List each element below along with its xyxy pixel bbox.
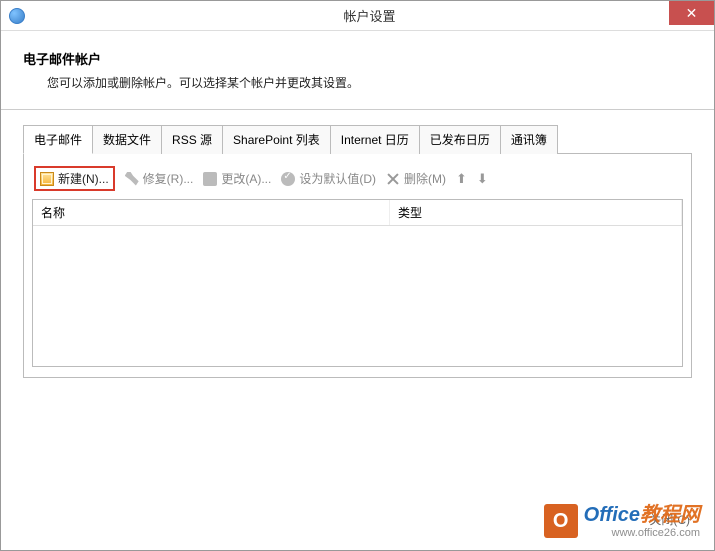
section-description: 您可以添加或删除帐户。可以选择某个帐户并更改其设置。 — [47, 74, 692, 91]
watermark-brand-main: Office — [584, 504, 640, 526]
tab-addressbook[interactable]: 通讯簿 — [500, 125, 558, 154]
folder-icon — [203, 172, 217, 186]
titlebar: 帐户设置 ✕ — [1, 1, 714, 31]
watermark-brand-suffix: 教程网 — [640, 504, 700, 526]
new-button-label: 新建(N)... — [58, 170, 109, 187]
section-title: 电子邮件帐户 — [23, 49, 692, 68]
tab-panel: 新建(N)... 修复(R)... 更改(A)... 设为默认值(D) 删除(M… — [23, 154, 692, 378]
tab-datafiles[interactable]: 数据文件 — [92, 125, 162, 154]
arrow-down-icon: ⬇ — [477, 171, 488, 187]
app-icon — [9, 8, 25, 24]
check-icon — [281, 172, 295, 186]
change-button-label: 更改(A)... — [221, 170, 271, 187]
setdefault-button[interactable]: 设为默认值(D) — [281, 170, 376, 187]
move-up-button[interactable]: ⬆ — [456, 171, 467, 187]
tab-published-calendar[interactable]: 已发布日历 — [419, 125, 501, 154]
account-table: 名称 类型 — [32, 199, 683, 367]
new-button[interactable]: 新建(N)... — [40, 170, 109, 187]
footer-area — [23, 382, 692, 522]
col-type[interactable]: 类型 — [390, 200, 682, 225]
move-down-button[interactable]: ⬇ — [477, 171, 488, 187]
tab-internet-calendar[interactable]: Internet 日历 — [330, 125, 420, 154]
setdefault-button-label: 设为默认值(D) — [299, 170, 376, 187]
repair-button[interactable]: 修复(R)... — [125, 170, 194, 187]
change-button[interactable]: 更改(A)... — [203, 170, 271, 187]
tab-email[interactable]: 电子邮件 — [23, 125, 93, 154]
x-icon — [386, 172, 400, 186]
tab-rss[interactable]: RSS 源 — [161, 125, 223, 154]
window-title: 帐户设置 — [25, 6, 714, 25]
watermark: O Office教程网 www.office26.com — [544, 503, 700, 540]
watermark-url: www.office26.com — [584, 527, 700, 540]
repair-button-label: 修复(R)... — [143, 170, 194, 187]
close-icon: ✕ — [686, 5, 698, 22]
content-area: 电子邮件帐户 您可以添加或删除帐户。可以选择某个帐户并更改其设置。 电子邮件 数… — [1, 31, 714, 532]
divider — [1, 109, 714, 110]
watermark-icon: O — [544, 504, 578, 538]
highlight-new-button: 新建(N)... — [34, 166, 115, 191]
tabs: 电子邮件 数据文件 RSS 源 SharePoint 列表 Internet 日… — [23, 124, 692, 154]
toolbar: 新建(N)... 修复(R)... 更改(A)... 设为默认值(D) 删除(M… — [32, 162, 683, 199]
delete-button[interactable]: 删除(M) — [386, 170, 446, 187]
wrench-icon — [125, 172, 139, 186]
mail-icon — [40, 172, 54, 186]
table-header: 名称 类型 — [33, 200, 682, 226]
arrow-up-icon: ⬆ — [456, 171, 467, 187]
watermark-text: Office教程网 www.office26.com — [584, 503, 700, 540]
col-name[interactable]: 名称 — [33, 200, 390, 225]
delete-button-label: 删除(M) — [404, 170, 446, 187]
close-window-button[interactable]: ✕ — [669, 1, 714, 25]
tab-sharepoint[interactable]: SharePoint 列表 — [222, 125, 331, 154]
